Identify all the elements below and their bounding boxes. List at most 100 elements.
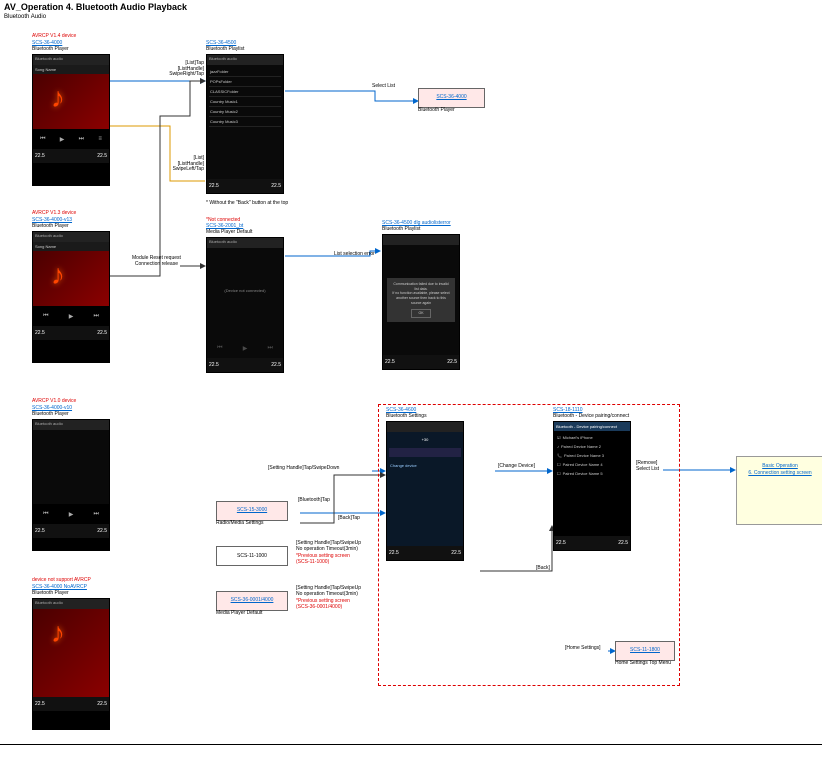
radio-box[interactable]: SCS-15-3000 — [216, 501, 288, 521]
phone-avrcp14[interactable]: Bluetooth audio Song Name ⏮ ▶ ⏭ ≡ 22.5 2… — [32, 54, 110, 186]
error-dialog[interactable]: Communication failed due to invalid list… — [387, 278, 455, 321]
mpd-name: Media Player Default — [216, 611, 262, 617]
play-icon[interactable]: ▶ — [69, 313, 74, 320]
list-item[interactable]: jazzFolder — [209, 67, 281, 77]
next-icon[interactable]: ⏭ — [94, 511, 99, 518]
paired-item[interactable]: ☐ Paired Device Name 5 — [556, 469, 628, 478]
temp: 22.5 — [271, 362, 281, 368]
next-icon: ⏭ — [268, 345, 273, 352]
bottom: 22.522.5 — [33, 326, 109, 340]
list-item[interactable]: CLASSICFolder — [209, 87, 281, 97]
phone-playlist[interactable]: Bluetooth audio jazzFolder POPsFolder CL… — [206, 54, 284, 194]
home-code: SCS-11-1800 — [630, 648, 660, 654]
paired-item[interactable]: ♪ Paired Device Name 2 — [556, 442, 628, 451]
controls-disabled: ⏮ ▶ ⏭ — [207, 338, 283, 358]
phone-noavrcp[interactable]: Bluetooth audio 22.522.5 — [32, 598, 110, 730]
paired-name: Paired Device Name 3 — [564, 453, 604, 458]
pairing-name: Bluetooth - Device pairing/connect — [553, 414, 629, 420]
conn-list-back: [List] [ListHandle] SwipeLeft/Tap — [168, 156, 204, 173]
bottom: 22.522.5 — [33, 697, 109, 711]
volume-value: +30 — [389, 434, 461, 445]
mpd-code: SCS-36-0001/4000 — [231, 598, 274, 604]
refbox-line1[interactable]: Basic Operation — [762, 463, 798, 469]
conn-change-device: [Change Device] — [498, 464, 535, 470]
conn-remove: [Remove] Select List — [636, 461, 659, 472]
listerr-name: Bluetooth Playlist — [382, 227, 420, 233]
paired-name: Paired Device Name 2 — [561, 444, 601, 449]
prev-icon: ⏮ — [217, 345, 222, 352]
playlist-items[interactable]: jazzFolder POPsFolder CLASSICFolder Coun… — [207, 65, 283, 179]
pairing-body[interactable]: Bluetooth - Device pairing/connect ☑ Mic… — [554, 422, 630, 536]
playlist-topbar: Bluetooth audio — [207, 55, 283, 65]
phone-settings[interactable]: +30 Change device 22.5 22.5 — [386, 421, 464, 561]
phone-default[interactable]: Bluetooth audio (Device not connected) ⏮… — [206, 237, 284, 373]
album-art — [33, 609, 109, 697]
prev-icon[interactable]: ⏮ — [43, 313, 48, 320]
settings-body[interactable]: +30 Change device — [387, 432, 463, 546]
temp: 22.5 — [451, 550, 461, 556]
temp: 22.5 — [447, 359, 457, 365]
list-item[interactable]: Country Music3 — [209, 117, 281, 127]
list-item[interactable]: Country Music2 — [209, 107, 281, 117]
album-art — [33, 251, 109, 306]
not-connected-msg: (Device not connected) — [207, 288, 283, 293]
scs11-box[interactable]: SCS-11-1000 — [216, 546, 288, 566]
prev-icon[interactable]: ⏮ — [40, 136, 45, 143]
blank-area — [33, 430, 109, 504]
next-icon[interactable]: ⏭ — [79, 136, 84, 143]
phone-avrcp13[interactable]: Bluetooth audio Song Name ⏮ ▶ ⏭ 22.522.5 — [32, 231, 110, 363]
ok-button[interactable]: OK — [411, 309, 430, 318]
list-icon[interactable]: ≡ — [98, 136, 102, 142]
default-body: (Device not connected) ⏮ ▶ ⏭ — [207, 248, 283, 358]
phone-listerr[interactable]: Communication failed due to invalid list… — [382, 234, 460, 370]
page-subtitle: Bluetooth Audio — [0, 14, 822, 26]
paired-item[interactable]: ☑ Michael's iPhone — [556, 433, 628, 442]
settings-name: Bluetooth Settings — [386, 414, 427, 420]
player-controls[interactable]: ⏮ ▶ ⏭ ≡ — [33, 129, 109, 149]
change-device-row[interactable]: Change device — [389, 460, 461, 471]
temp: 22.5 — [97, 701, 107, 707]
volume-slider[interactable] — [389, 448, 461, 457]
bottom: 22.5 22.5 — [387, 546, 463, 560]
play-icon[interactable]: ▶ — [69, 511, 74, 518]
conn-sh1-red: *Previous setting screen (SCS-11-1000) — [296, 554, 350, 565]
temp: 22.5 — [556, 540, 566, 546]
controls[interactable]: ⏮ ▶ ⏭ — [33, 306, 109, 326]
play-icon: ▶ — [243, 345, 248, 352]
temp: 22.5 — [35, 528, 45, 534]
next-icon[interactable]: ⏭ — [94, 313, 99, 320]
basic-operation-ref[interactable]: Basic Operation 6. Connection setting sc… — [736, 456, 822, 525]
list-item[interactable]: Country Music1 — [209, 97, 281, 107]
target-4000-box[interactable]: SCS-36-4000 — [418, 88, 485, 108]
avrcp14-title: AVRCP V1.4 device — [32, 34, 76, 40]
temp: 22.5 — [385, 359, 395, 365]
bottom: 22.522.5 — [554, 536, 630, 550]
avrcp14-name: Bluetooth Player — [32, 47, 69, 53]
list-item[interactable]: POPsFolder — [209, 77, 281, 87]
temp: 22.5 — [97, 528, 107, 534]
play-icon[interactable]: ▶ — [60, 136, 65, 143]
phone-pairing[interactable]: Bluetooth - Device pairing/connect ☑ Mic… — [553, 421, 631, 551]
temp-right: 22.5 — [97, 153, 107, 159]
avrcp13-name: Bluetooth Player — [32, 224, 69, 230]
refbox-line2[interactable]: 6. Connection setting screen — [748, 470, 811, 476]
bottom: 22.522.5 — [207, 358, 283, 372]
temp: 22.5 — [389, 550, 399, 556]
phone-avrcp10[interactable]: Bluetooth audio ⏮ ▶ ⏭ 22.522.5 — [32, 419, 110, 551]
flow-canvas: AVRCP V1.4 device SCS-36-4000 Bluetooth … — [0, 26, 822, 756]
scs11-code: SCS-11-1000 — [237, 553, 267, 559]
controls[interactable]: ⏮ ▶ ⏭ — [33, 504, 109, 524]
prev-icon[interactable]: ⏮ — [43, 511, 48, 518]
conn-module-reset: Module Reset request Connection release — [132, 256, 178, 267]
statusbar: Bluetooth audio — [207, 238, 283, 248]
conn-home-settings: [Home Settings] — [565, 646, 601, 652]
home-box[interactable]: SCS-11-1800 — [615, 641, 675, 661]
bottom: 22.5 22.5 — [33, 524, 109, 538]
statusbar — [383, 235, 459, 245]
home-name: Home Settings Top Menu — [615, 661, 671, 667]
mpd-box[interactable]: SCS-36-0001/4000 — [216, 591, 288, 611]
paired-item[interactable]: ☐ Paired Device Name 4 — [556, 460, 628, 469]
statusbar: Bluetooth audio — [33, 232, 109, 242]
paired-item[interactable]: 📞 Paired Device Name 3 — [556, 451, 628, 460]
target-4000-code: SCS-36-4000 — [436, 95, 466, 101]
